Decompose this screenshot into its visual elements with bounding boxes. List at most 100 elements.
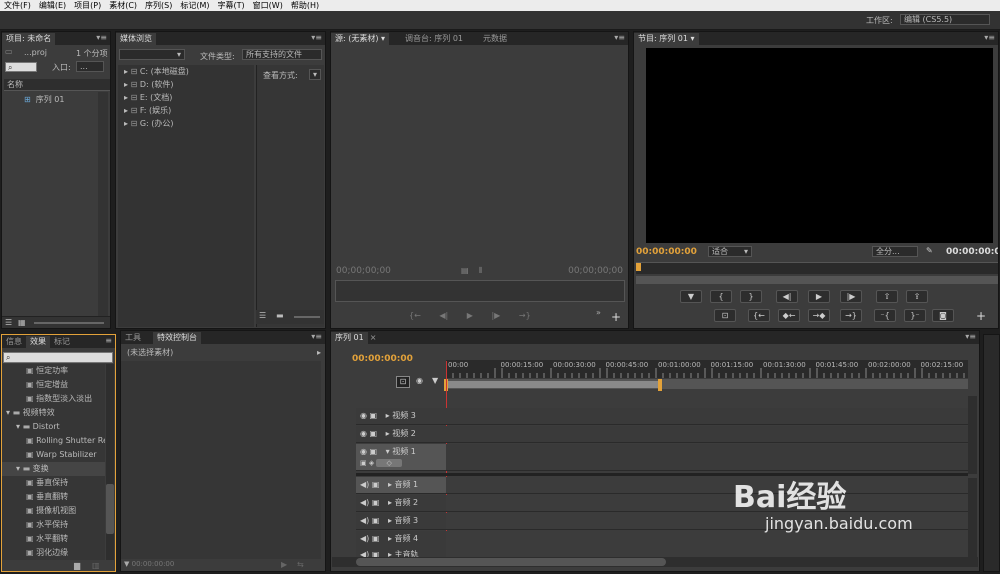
panel-menu-icon[interactable]: ▾≡ — [96, 32, 107, 44]
tab-info[interactable]: 信息 — [2, 336, 26, 348]
list-view-icon[interactable]: ☰ — [259, 311, 266, 320]
snap-icon[interactable]: ⊡ — [396, 376, 410, 388]
track-keyframe-controls[interactable]: ▣ ◈ ◇ — [360, 459, 422, 469]
menu-title[interactable]: 字幕(T) — [214, 0, 249, 11]
tab-effect-controls[interactable]: 特效控制台 — [153, 332, 201, 344]
project-search-input[interactable]: ⌕ — [5, 62, 37, 72]
play-button[interactable]: ▶ — [808, 290, 830, 303]
effect-item[interactable]: ▣ 垂直保持 — [2, 476, 105, 490]
new-bin-icon[interactable]: ▆ — [74, 561, 80, 570]
workspace-select[interactable]: 编辑 (CS5.5) — [900, 14, 990, 25]
expand-arrow-icon[interactable]: ▾ — [386, 447, 390, 456]
menu-marker[interactable]: 标记(M) — [176, 0, 213, 11]
menu-file[interactable]: 文件(F) — [0, 0, 35, 11]
track-header[interactable]: ◀) ▣ ▸ 音频 1 — [356, 477, 446, 493]
effect-folder[interactable]: ▾ ▬ 视频特效 — [2, 406, 105, 420]
effect-item[interactable]: ▣ 恒定功率 — [2, 364, 105, 378]
tab-metadata[interactable]: 元数据 — [479, 33, 511, 45]
menu-edit[interactable]: 编辑(E) — [35, 0, 70, 11]
go-to-in-button[interactable]: {← — [748, 309, 770, 322]
speaker-icon[interactable]: ◀) — [360, 534, 369, 543]
expand-arrow-icon[interactable]: ▸ — [388, 534, 392, 543]
add-button-icon[interactable]: + — [976, 310, 986, 322]
expand-icon[interactable]: » — [596, 308, 601, 317]
expand-arrow-icon[interactable]: ▸ — [388, 516, 392, 525]
display-style-icon[interactable]: ▣ — [360, 459, 367, 467]
panel-menu-icon[interactable]: ▾≡ — [984, 32, 995, 44]
lock-icon[interactable]: ▣ — [372, 498, 380, 507]
eye-icon[interactable]: ◉ — [360, 411, 367, 420]
next-frame-icon[interactable]: |▶ — [491, 311, 500, 320]
effect-item[interactable]: ▣ 摄像机视图 — [2, 504, 105, 518]
lock-icon[interactable]: ▣ — [370, 411, 378, 420]
zoom-slider[interactable] — [34, 322, 104, 324]
filetype-select[interactable]: 所有支持的文件 — [242, 49, 322, 60]
prev-frame-icon[interactable]: ◀| — [439, 311, 448, 320]
effects-scrollbar[interactable] — [106, 364, 114, 560]
tab-project[interactable]: 项目: 未命名 — [2, 33, 56, 45]
tab-effects[interactable]: 效果 — [26, 336, 50, 348]
marker-icon[interactable]: ▼ — [432, 376, 438, 385]
track-header[interactable]: ◀) ▣ ▸ 音频 3 — [356, 513, 446, 529]
safe-margins-button[interactable]: ⊡ — [714, 309, 736, 322]
effect-folder[interactable]: ▾ ▬ 变换 — [2, 462, 105, 476]
delete-icon[interactable]: ▥ — [92, 561, 100, 570]
audio-tracks-scrollbar[interactable] — [968, 478, 977, 560]
track-lane[interactable] — [446, 408, 968, 425]
list-view-icon[interactable]: ☰ — [5, 318, 12, 327]
keyframe-nav[interactable]: ◇ — [376, 459, 402, 467]
drive-e[interactable]: ▸ ⊟ E: (文档) — [118, 91, 254, 104]
trim-icon[interactable]: ⫴ — [479, 266, 482, 276]
tab-audio-mixer[interactable]: 调音台: 序列 01 — [401, 33, 467, 45]
drive-d[interactable]: ▸ ⊟ D: (软件) — [118, 78, 254, 91]
step-back-button[interactable]: ◀| — [776, 290, 798, 303]
expand-arrow-icon[interactable]: ▸ — [317, 346, 324, 360]
menu-sequence[interactable]: 序列(S) — [141, 0, 176, 11]
effect-item[interactable]: ▣ 恒定增益 — [2, 378, 105, 392]
tab-tools[interactable]: 工具 — [121, 332, 145, 344]
drive-c[interactable]: ▸ ⊟ C: (本地磁盘) — [118, 65, 254, 78]
effect-item[interactable]: ▣ Warp Stabilizer — [2, 448, 105, 462]
go-to-prev-edit-button[interactable]: ◆← — [778, 309, 800, 322]
keyframe-icon[interactable]: ◉ — [416, 376, 423, 385]
clip-icon[interactable]: ▤ — [461, 266, 469, 275]
effect-item[interactable]: ▣ 垂直翻转 — [2, 490, 105, 504]
column-header-name[interactable]: 名称 — [4, 79, 110, 91]
playhead-marker[interactable] — [636, 263, 641, 271]
zoom-slider[interactable] — [294, 316, 320, 318]
expand-arrow-icon[interactable]: ▸ — [388, 480, 392, 489]
timeline-timecode[interactable]: 00:00:00:00 — [352, 354, 413, 364]
go-to-next-edit-button[interactable]: →◆ — [808, 309, 830, 322]
play-icon[interactable]: ▼ — [124, 560, 129, 568]
trim-out-button[interactable]: }⁻ — [904, 309, 926, 322]
effect-item[interactable]: ▣ 羽化边缘 — [2, 546, 105, 560]
video-tracks-scrollbar[interactable] — [968, 396, 977, 474]
close-icon[interactable]: × — [366, 332, 381, 344]
effects-search-input[interactable]: ⌕ — [3, 352, 113, 363]
speaker-icon[interactable]: ◀) — [360, 516, 369, 525]
program-timecode[interactable]: 00:00:00:00 — [636, 247, 697, 257]
program-time-ruler[interactable] — [636, 262, 998, 274]
lock-icon[interactable]: ▣ — [372, 516, 380, 525]
tab-sequence[interactable]: 序列 01 — [331, 332, 368, 344]
eye-icon[interactable]: ◉ — [360, 429, 367, 438]
fit-select[interactable]: 适合 ▾ — [708, 246, 752, 257]
tab-media-browser[interactable]: 媒体浏览 — [116, 33, 156, 45]
tab-program[interactable]: 节目: 序列 01 ▾ — [634, 33, 699, 45]
speaker-icon[interactable]: ◀) — [360, 480, 369, 489]
panel-menu-icon[interactable]: ▾≡ — [965, 331, 976, 343]
scrollbar-thumb[interactable] — [106, 484, 114, 534]
step-forward-icon[interactable]: →} — [519, 311, 531, 320]
lock-icon[interactable]: ▣ — [372, 480, 380, 489]
drive-f[interactable]: ▸ ⊟ F: (娱乐) — [118, 104, 254, 117]
effect-item[interactable]: ▣ 水平保持 — [2, 518, 105, 532]
quality-select[interactable]: 全分... — [872, 246, 918, 257]
track-lane[interactable] — [446, 444, 968, 471]
effect-item[interactable]: ▣ 指数型淡入淡出 — [2, 392, 105, 406]
track-header[interactable]: ◉ ▣ ▾ 视频 1 — [356, 444, 446, 460]
lock-icon[interactable]: ▣ — [370, 429, 378, 438]
play-icon[interactable]: ▶ — [467, 311, 473, 320]
entry-select[interactable]: ... — [76, 61, 104, 72]
go-to-out-button[interactable]: →} — [840, 309, 862, 322]
menu-project[interactable]: 项目(P) — [70, 0, 105, 11]
